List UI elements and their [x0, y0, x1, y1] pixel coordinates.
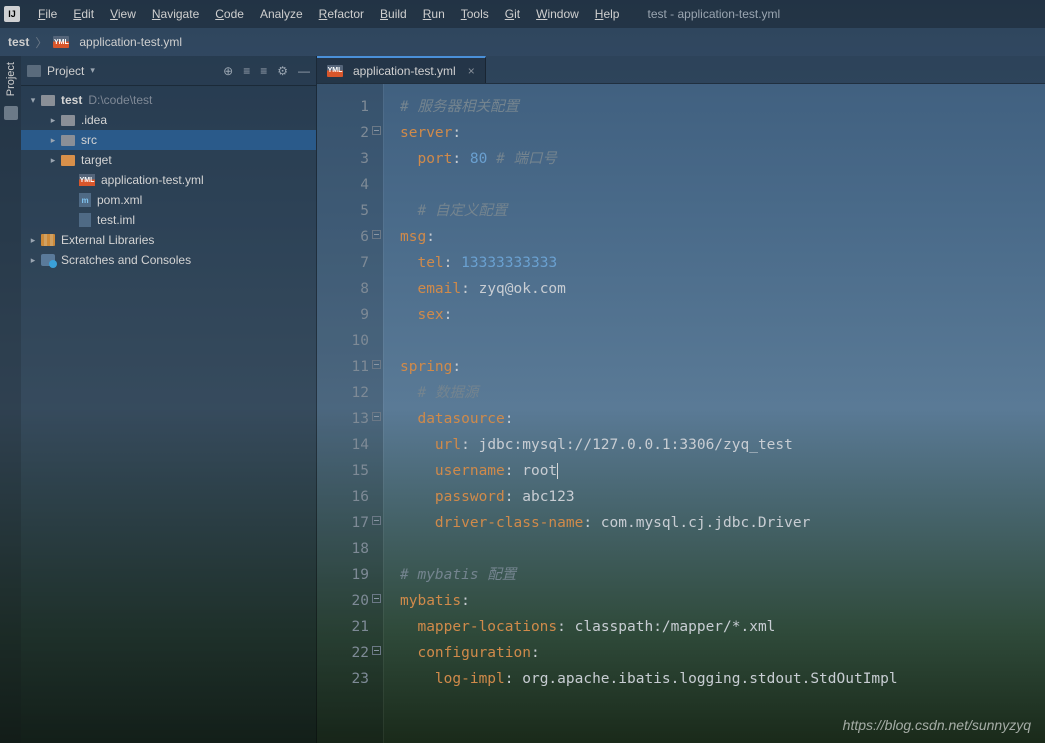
tree-root[interactable]: test D:\code\test	[21, 90, 316, 110]
menu-build[interactable]: Build	[372, 3, 415, 25]
line-gutter: 1234567891011121314151617181920212223	[317, 84, 383, 743]
menubar: IJ FileEditViewNavigateCodeAnalyzeRefact…	[0, 0, 1045, 28]
scratches-and-consoles[interactable]: Scratches and Consoles	[21, 250, 316, 270]
breadcrumb-file[interactable]: application-test.yml	[79, 35, 182, 49]
tree-item--idea[interactable]: .idea	[21, 110, 316, 130]
app-icon: IJ	[4, 6, 20, 22]
folder-icon	[61, 115, 75, 126]
project-view-icon	[27, 65, 41, 77]
menu-help[interactable]: Help	[587, 3, 628, 25]
watermark: https://blog.csdn.net/sunnyzyq	[843, 717, 1031, 733]
menu-analyze[interactable]: Analyze	[252, 3, 311, 25]
tree-item-src[interactable]: src	[21, 130, 316, 150]
maven-file-icon: m	[79, 193, 91, 207]
menu-view[interactable]: View	[102, 3, 144, 25]
tree-item-application-test-yml[interactable]: YMLapplication-test.yml	[21, 170, 316, 190]
menu-window[interactable]: Window	[528, 3, 587, 25]
menu-git[interactable]: Git	[497, 3, 528, 25]
sidebar-header: Project ▾ ⊕ ≡ ≡ ⚙ —	[21, 56, 316, 86]
project-toolwindow-button[interactable]: Project	[5, 62, 17, 96]
locate-icon[interactable]: ⊕	[223, 64, 233, 78]
breadcrumb-root[interactable]: test	[8, 35, 29, 49]
collapse-all-icon[interactable]: ≡	[260, 64, 267, 78]
close-tab-icon[interactable]: ×	[468, 64, 475, 78]
tree-item-test-iml[interactable]: test.iml	[21, 210, 316, 230]
folder-icon	[61, 135, 75, 146]
yml-file-icon: YML	[327, 65, 343, 77]
left-toolstrip: Project	[0, 56, 21, 743]
tab-label: application-test.yml	[353, 64, 456, 78]
menu-tools[interactable]: Tools	[453, 3, 497, 25]
window-title: test - application-test.yml	[647, 7, 780, 21]
editor-body[interactable]: 1234567891011121314151617181920212223 # …	[317, 84, 1045, 743]
breadcrumb: test 〉 YML application-test.yml	[0, 28, 1045, 56]
menu-refactor[interactable]: Refactor	[311, 3, 372, 25]
hide-icon[interactable]: —	[298, 64, 310, 78]
project-tree[interactable]: test D:\code\test .ideasrctargetYMLappli…	[21, 86, 316, 274]
menu-edit[interactable]: Edit	[65, 3, 102, 25]
settings-icon[interactable]: ⚙	[277, 64, 288, 78]
library-icon	[41, 234, 55, 246]
editor-tab-active[interactable]: YML application-test.yml ×	[317, 56, 486, 83]
iml-file-icon	[79, 213, 91, 227]
code-content[interactable]: # 服务器相关配置server: port: 80 # 端口号 # 自定义配置m…	[383, 84, 1045, 743]
external-libraries[interactable]: External Libraries	[21, 230, 316, 250]
tree-item-target[interactable]: target	[21, 150, 316, 170]
menu-code[interactable]: Code	[207, 3, 252, 25]
dropdown-icon[interactable]: ▾	[90, 65, 95, 76]
menu-file[interactable]: File	[30, 3, 65, 25]
tree-item-pom-xml[interactable]: mpom.xml	[21, 190, 316, 210]
project-sidebar: Project ▾ ⊕ ≡ ≡ ⚙ — test D:\code\test .i…	[21, 56, 317, 743]
editor-area: YML application-test.yml × 1234567891011…	[317, 56, 1045, 743]
yml-file-icon: YML	[53, 36, 69, 48]
expand-all-icon[interactable]: ≡	[243, 64, 250, 78]
module-icon	[41, 95, 55, 106]
structure-toolwindow-button[interactable]	[4, 106, 18, 120]
editor-tabs: YML application-test.yml ×	[317, 56, 1045, 84]
yml-file-icon: YML	[79, 174, 95, 186]
breadcrumb-separator: 〉	[35, 34, 47, 51]
scratches-icon	[41, 254, 55, 266]
sidebar-title[interactable]: Project	[47, 64, 84, 78]
folder-icon	[61, 155, 75, 166]
menu-run[interactable]: Run	[415, 3, 453, 25]
menu-navigate[interactable]: Navigate	[144, 3, 207, 25]
